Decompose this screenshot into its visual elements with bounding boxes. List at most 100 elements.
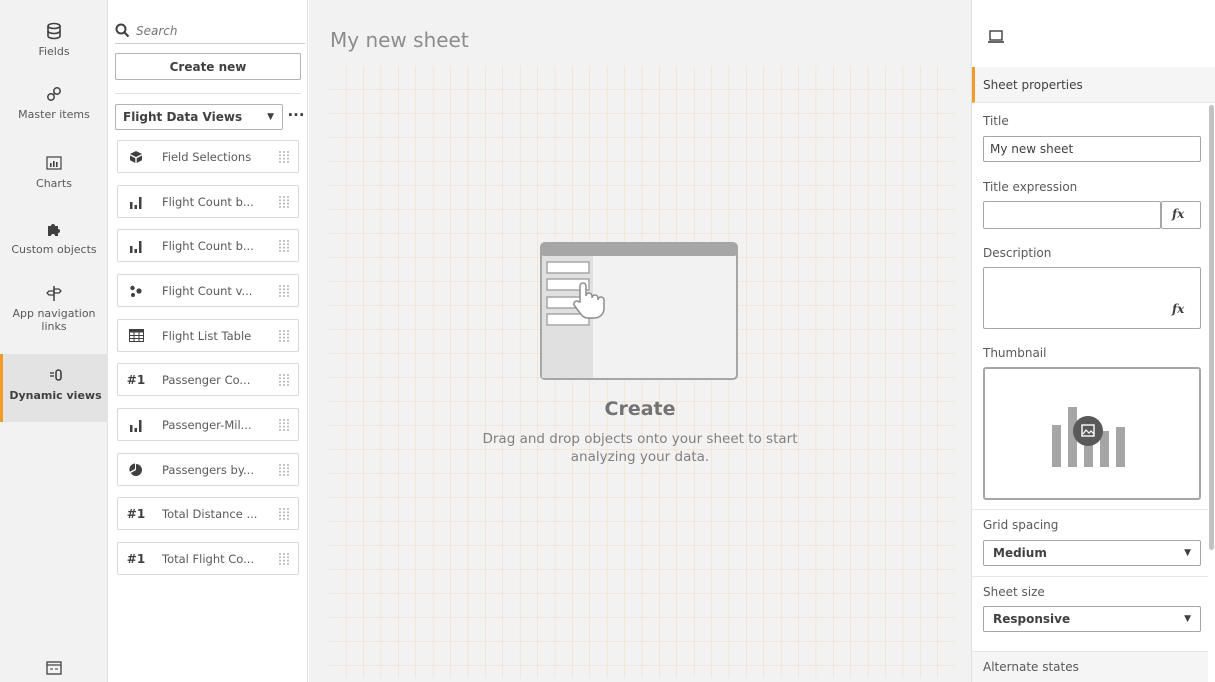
properties-toolbar — [972, 0, 1215, 67]
search-input[interactable] — [136, 23, 286, 38]
divider — [115, 93, 301, 94]
asset-item-passengers-by[interactable]: Passengers by... — [117, 453, 299, 486]
sheet-size-label: Sheet size — [983, 585, 1045, 599]
asset-label: Flight Count v... — [162, 283, 253, 298]
description-label: Description — [983, 246, 1052, 260]
assets-panel: Create new Flight Data Views ▼ ··· Field… — [108, 0, 308, 682]
kpi-icon: #1 — [126, 551, 146, 566]
asset-item-field-selections[interactable]: Field Selections — [117, 140, 299, 173]
kpi-icon: #1 — [126, 506, 146, 521]
dynamic-view-selector-value: Flight Data Views — [123, 110, 243, 124]
kpi-icon: #1 — [126, 372, 146, 387]
grid-spacing-value: Medium — [993, 546, 1047, 560]
sheet-canvas[interactable]: My new sheet Create Drag and drop object… — [309, 0, 971, 682]
thumbnail-drop-area[interactable] — [983, 367, 1201, 500]
asset-item-passenger-mil[interactable]: Passenger-Mil... — [117, 408, 299, 441]
thumbnail-label: Thumbnail — [983, 346, 1047, 360]
divider — [972, 509, 1208, 510]
sheet-size-select[interactable]: Responsive ▼ — [983, 606, 1201, 632]
nav-fields[interactable]: Fields — [0, 22, 108, 58]
left-nav: Fields Master items Charts Custom object… — [0, 0, 108, 682]
title-input[interactable] — [983, 136, 1201, 162]
dynamic-view-selector[interactable]: Flight Data Views ▼ — [115, 104, 283, 130]
drag-handle-icon[interactable] — [278, 150, 290, 164]
nav-bottom-app-window[interactable] — [0, 659, 108, 682]
bar-chart-icon — [46, 156, 62, 170]
pie-icon — [127, 461, 145, 479]
alternate-states-section[interactable]: Alternate states — [972, 651, 1208, 682]
asset-item-flight-count-b-2[interactable]: Flight Count b... — [117, 229, 299, 262]
asset-item-total-distance[interactable]: #1 Total Distance ... — [117, 497, 299, 530]
properties-scrollbar[interactable] — [1209, 105, 1214, 550]
caret-down-icon: ▼ — [1184, 614, 1191, 624]
drag-handle-icon[interactable] — [278, 239, 290, 253]
nav-master-items-label: Master items — [18, 108, 90, 121]
drag-handle-icon[interactable] — [278, 552, 290, 566]
asset-label: Field Selections — [162, 149, 252, 164]
asset-label: Passengers by... — [162, 462, 254, 477]
nav-app-navigation-links-label: App navigation links — [12, 307, 96, 333]
drag-handle-icon[interactable] — [278, 507, 290, 521]
create-description: Drag and drop objects onto your sheet to… — [482, 431, 798, 465]
nav-master-items[interactable]: Master items — [0, 85, 108, 121]
thumbnail-placeholder-icon — [1052, 407, 1125, 467]
search-bar — [115, 18, 305, 44]
caret-down-icon: ▼ — [267, 112, 274, 122]
create-new-button[interactable]: Create new — [115, 53, 301, 80]
create-prompt: Create Drag and drop objects onto your s… — [309, 390, 971, 466]
nav-dynamic-views-label: Dynamic views — [9, 389, 102, 402]
dynamic-views-icon — [49, 369, 62, 381]
search-icon — [115, 23, 130, 38]
asset-item-flight-count-b-1[interactable]: Flight Count b... — [117, 185, 299, 218]
alternate-states-label: Alternate states — [983, 660, 1079, 674]
drag-handle-icon[interactable] — [278, 373, 290, 387]
link-icon — [47, 87, 61, 101]
divider — [972, 576, 1208, 577]
nav-dynamic-views[interactable]: Dynamic views — [0, 354, 108, 422]
drag-handle-icon[interactable] — [278, 195, 290, 209]
puzzle-icon — [48, 224, 60, 236]
sheet-title: My new sheet — [330, 28, 469, 52]
title-expression-label: Title expression — [983, 180, 1078, 194]
nav-custom-objects-label: Custom objects — [11, 243, 97, 256]
title-expression-input[interactable] — [983, 201, 1161, 229]
nav-charts-label: Charts — [36, 177, 72, 190]
asset-item-flight-list-table[interactable]: Flight List Table — [117, 319, 299, 352]
drag-handle-icon[interactable] — [278, 284, 290, 298]
sheet-icon[interactable] — [988, 30, 1004, 44]
grid-spacing-label: Grid spacing — [983, 518, 1059, 532]
grid-spacing-select[interactable]: Medium ▼ — [983, 540, 1201, 566]
drag-handle-icon[interactable] — [278, 329, 290, 343]
create-illustration — [540, 242, 738, 380]
properties-panel: Sheet properties Title Title expression … — [971, 0, 1215, 682]
sheet-properties-header[interactable]: Sheet properties — [972, 67, 1215, 103]
scatter-icon — [127, 282, 145, 300]
app-window-icon — [46, 661, 62, 675]
signpost-icon — [46, 286, 62, 301]
asset-item-total-flight-co[interactable]: #1 Total Flight Co... — [117, 542, 299, 575]
cube-icon — [127, 148, 145, 166]
drag-handle-icon[interactable] — [278, 418, 290, 432]
description-input[interactable] — [983, 267, 1201, 329]
nav-custom-objects[interactable]: Custom objects — [0, 220, 108, 256]
asset-label: Passenger Co... — [162, 372, 251, 387]
create-title: Create — [604, 398, 676, 420]
nav-charts[interactable]: Charts — [0, 154, 108, 190]
asset-label: Flight Count b... — [162, 238, 254, 253]
bar-chart-icon — [127, 237, 145, 255]
asset-label: Total Flight Co... — [162, 551, 255, 566]
asset-label: Total Distance ... — [162, 506, 258, 521]
bar-chart-icon — [127, 193, 145, 211]
fx-icon: fx — [1172, 207, 1185, 221]
fx-icon[interactable]: fx — [1172, 302, 1184, 316]
asset-item-passenger-co[interactable]: #1 Passenger Co... — [117, 363, 299, 396]
nav-app-navigation-links[interactable]: App navigation links — [0, 284, 108, 333]
more-options-button[interactable]: ··· — [286, 107, 306, 127]
sheet-size-value: Responsive — [993, 612, 1071, 626]
asset-label: Flight List Table — [162, 328, 252, 343]
asset-label: Flight Count b... — [162, 194, 254, 209]
table-icon — [127, 327, 145, 345]
drag-handle-icon[interactable] — [278, 463, 290, 477]
asset-item-flight-count-v[interactable]: Flight Count v... — [117, 274, 299, 307]
title-label: Title — [983, 114, 1009, 128]
